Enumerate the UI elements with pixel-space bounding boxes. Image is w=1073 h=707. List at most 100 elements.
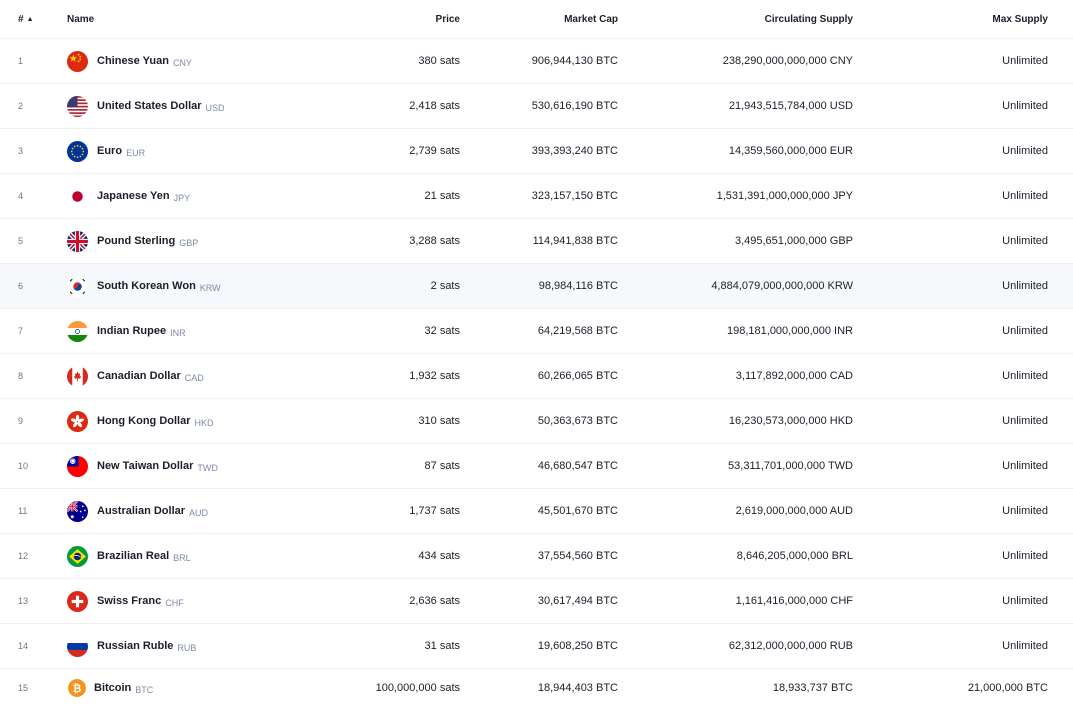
currency-code: AUD bbox=[189, 507, 209, 518]
name-cell[interactable]: Brazilian Real BRL bbox=[67, 534, 327, 578]
max-supply-cell: Unlimited bbox=[900, 534, 1048, 578]
taiwan-flag-icon bbox=[67, 455, 88, 477]
name-cell[interactable]: Pound Sterling GBP bbox=[67, 219, 327, 263]
circulating-supply-cell: 53,311,701,000,000 TWD bbox=[600, 444, 853, 488]
table-row[interactable]: 13 Swiss Franc CHF 2,636 sats 30,617,494 BTC… bbox=[0, 579, 1073, 624]
name-cell[interactable]: United States Dollar USD bbox=[67, 84, 327, 128]
circulating-supply-value: 4,884,079,000,000,000 KRW bbox=[711, 280, 853, 292]
circulating-supply-value: 1,531,391,000,000,000 JPY bbox=[716, 190, 853, 202]
currency-code: CAD bbox=[184, 372, 204, 383]
name-cell[interactable]: New Taiwan Dollar TWD bbox=[67, 444, 327, 488]
max-supply-cell: Unlimited bbox=[900, 84, 1048, 128]
table-row[interactable]: 14 Russian Ruble RUB 31 sats 19,608,250 BTC 6… bbox=[0, 624, 1073, 669]
currency-name[interactable]: Japanese Yen bbox=[97, 190, 170, 202]
circulating-supply-column-header[interactable]: Circulating Supply bbox=[600, 0, 853, 38]
rank-cell: 6 bbox=[18, 264, 48, 308]
circulating-supply-value: 53,311,701,000,000 TWD bbox=[728, 460, 853, 472]
currency-name[interactable]: New Taiwan Dollar bbox=[97, 460, 193, 472]
table-row[interactable]: 12 Brazilian Real BRL 434 sats 37,554,560 BT… bbox=[0, 534, 1073, 579]
currency-name[interactable]: Canadian Dollar bbox=[97, 370, 181, 382]
china-flag-icon bbox=[67, 50, 88, 72]
rank-cell: 3 bbox=[18, 129, 48, 173]
max-supply-cell: Unlimited bbox=[900, 264, 1048, 308]
name-cell[interactable]: Chinese Yuan CNY bbox=[67, 39, 327, 83]
usa-flag-icon bbox=[67, 95, 88, 117]
currency-name[interactable]: Brazilian Real bbox=[97, 550, 169, 562]
currency-name[interactable]: Pound Sterling bbox=[97, 235, 175, 247]
circulating-supply-value: 21,943,515,784,000 USD bbox=[728, 100, 853, 112]
market-cap-cell: 393,393,240 BTC bbox=[440, 129, 618, 173]
table-row[interactable]: 10 New Taiwan Dollar TWD 87 sats 46,680,547 … bbox=[0, 444, 1073, 489]
name-cell[interactable]: Canadian Dollar CAD bbox=[67, 354, 327, 398]
name-cell[interactable]: Swiss Franc CHF bbox=[67, 579, 327, 623]
rank-number: 8 bbox=[18, 371, 24, 381]
rank-column-header[interactable]: # ▲ bbox=[18, 0, 48, 38]
name-cell[interactable]: South Korean Won KRW bbox=[67, 264, 327, 308]
circulating-supply-value: 18,933,737 BTC bbox=[772, 682, 853, 694]
name-cell[interactable]: Russian Ruble RUB bbox=[67, 624, 327, 668]
table-row[interactable]: 11 Australian Dollar AUD 1,737 sats 45,501,6… bbox=[0, 489, 1073, 534]
circulating-supply-cell: 62,312,000,000,000 RUB bbox=[600, 624, 853, 668]
name-column-header[interactable]: Name bbox=[67, 0, 327, 38]
name-cell[interactable]: ₿ Bitcoin BTC bbox=[68, 669, 328, 707]
table-row[interactable]: 2 United States Dollar USD 2,418 sats 530,61… bbox=[0, 84, 1073, 129]
switzerland-flag-icon bbox=[67, 590, 88, 612]
rank-cell: 14 bbox=[18, 624, 48, 668]
circulating-supply-value: 3,117,892,000,000 CAD bbox=[735, 370, 853, 382]
currency-name[interactable]: United States Dollar bbox=[97, 100, 202, 112]
max-supply-column-header[interactable]: Max Supply bbox=[900, 0, 1048, 38]
name-cell[interactable]: Hong Kong Dollar HKD bbox=[67, 399, 327, 443]
table-row[interactable]: 4 Japanese Yen JPY 21 sats 323,157,150 BTC 1,… bbox=[0, 174, 1073, 219]
rank-cell: 2 bbox=[18, 84, 48, 128]
currency-code: EUR bbox=[126, 147, 146, 158]
currency-code: CHF bbox=[165, 597, 184, 608]
table-row[interactable]: 8 Canadian Dollar CAD 1,932 sats 60,266,065 … bbox=[0, 354, 1073, 399]
currency-name[interactable]: South Korean Won bbox=[97, 280, 196, 292]
table-row[interactable]: 3 Euro EUR 2,739 sats 393,393,240 BTC 14,359,… bbox=[0, 129, 1073, 174]
india-flag-icon bbox=[67, 320, 88, 342]
table-row[interactable]: 1 Chinese Yuan CNY 380 sats 906,944,130 BTC 2… bbox=[0, 39, 1073, 84]
price-cell: 2,636 sats bbox=[300, 579, 460, 623]
canada-flag-icon bbox=[67, 365, 88, 387]
rank-cell: 1 bbox=[18, 39, 48, 83]
price-cell: 21 sats bbox=[300, 174, 460, 218]
currency-code: RUB bbox=[177, 642, 197, 653]
rank-number: 1 bbox=[18, 56, 24, 66]
name-cell[interactable]: Australian Dollar AUD bbox=[67, 489, 327, 533]
currency-name[interactable]: Indian Rupee bbox=[97, 325, 166, 337]
table-row[interactable]: 6 South Korean Won KRW 2 sats 98,984,116 BTC… bbox=[0, 264, 1073, 309]
max-supply-cell: Unlimited bbox=[900, 309, 1048, 353]
currency-name[interactable]: Russian Ruble bbox=[97, 640, 173, 652]
max-supply-value: Unlimited bbox=[1002, 415, 1048, 427]
circulating-supply-value: 14,359,560,000,000 EUR bbox=[728, 145, 853, 157]
max-supply-value: Unlimited bbox=[1002, 190, 1048, 202]
table-row[interactable]: 7 Indian Rupee INR 32 sats 64,219,568 BTC 198… bbox=[0, 309, 1073, 354]
currency-name[interactable]: Euro bbox=[97, 145, 122, 157]
name-cell[interactable]: Indian Rupee INR bbox=[67, 309, 327, 353]
currency-name[interactable]: Bitcoin bbox=[94, 682, 131, 694]
currency-name[interactable]: Hong Kong Dollar bbox=[97, 415, 191, 427]
table-row[interactable]: 15 ₿ Bitcoin BTC 100,000,000 sats 18,944,403 … bbox=[0, 669, 1073, 707]
currency-name[interactable]: Swiss Franc bbox=[97, 595, 161, 607]
rank-number: 10 bbox=[18, 461, 29, 471]
name-cell[interactable]: Japanese Yen JPY bbox=[67, 174, 327, 218]
price-column-header[interactable]: Price bbox=[300, 0, 460, 38]
table-row[interactable]: 9 Hong Kong Dollar HKD 310 sats 50,363,673 B… bbox=[0, 399, 1073, 444]
market-cap-cell: 37,554,560 BTC bbox=[440, 534, 618, 578]
circulating-supply-value: 238,290,000,000,000 CNY bbox=[722, 55, 853, 67]
max-supply-value: Unlimited bbox=[1002, 640, 1048, 652]
market-cap-cell: 18,944,403 BTC bbox=[440, 669, 618, 707]
currency-name[interactable]: Australian Dollar bbox=[97, 505, 185, 517]
russia-flag-icon bbox=[67, 635, 88, 657]
currency-code: CNY bbox=[172, 57, 192, 68]
table-row[interactable]: 5 Pound Sterling GBP 3,288 sats 114,941,838 … bbox=[0, 219, 1073, 264]
max-supply-header-label: Max Supply bbox=[992, 13, 1048, 25]
name-cell[interactable]: Euro EUR bbox=[67, 129, 327, 173]
market-cap-cell: 45,501,670 BTC bbox=[440, 489, 618, 533]
currency-name[interactable]: Chinese Yuan bbox=[97, 55, 169, 67]
circulating-supply-cell: 238,290,000,000,000 CNY bbox=[600, 39, 853, 83]
rank-number: 11 bbox=[18, 506, 28, 516]
max-supply-cell: Unlimited bbox=[900, 219, 1048, 263]
max-supply-value: Unlimited bbox=[1002, 370, 1048, 382]
market-cap-column-header[interactable]: Market Cap bbox=[440, 0, 618, 38]
